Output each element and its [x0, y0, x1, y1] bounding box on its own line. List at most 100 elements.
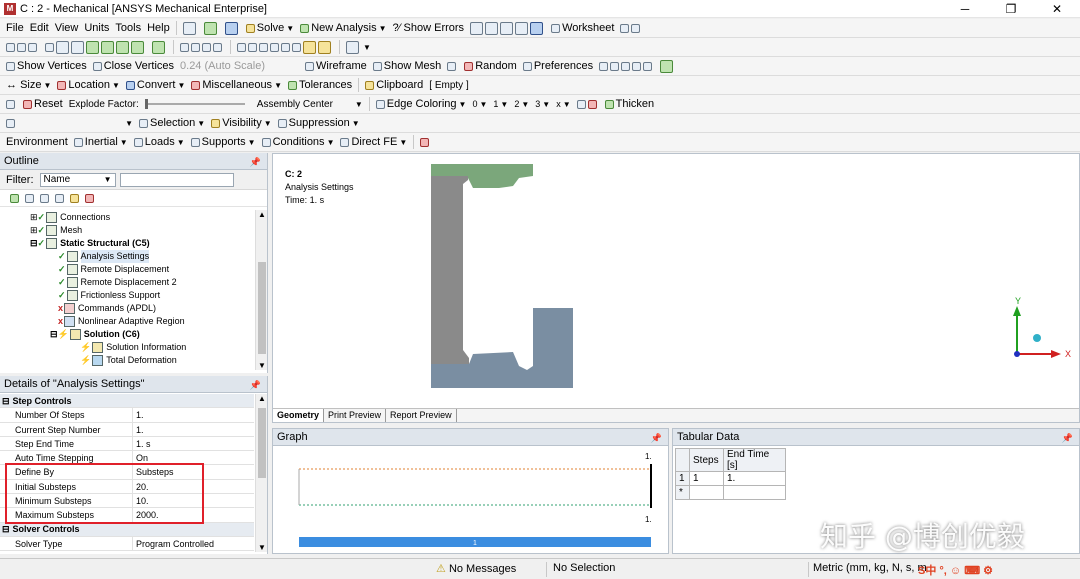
location-dropdown[interactable]: Location ▼: [57, 79, 120, 91]
tab-report-preview[interactable]: Report Preview: [386, 409, 457, 422]
scrollbar-thumb[interactable]: [258, 262, 266, 354]
geometry-viewport[interactable]: C: 2 Analysis Settings Time: 1. s Y X Ge…: [272, 153, 1080, 423]
show-mesh-button[interactable]: Show Mesh: [372, 60, 441, 72]
selection-dropdown[interactable]: Selection ▼: [139, 117, 205, 129]
units-status[interactable]: Metric (mm, kg, N, s, m: [808, 562, 927, 577]
gray-part[interactable]: [431, 176, 469, 364]
clipboard-button[interactable]: Clipboard: [365, 79, 423, 91]
filter-input[interactable]: [119, 172, 234, 187]
graph-canvas[interactable]: 1. 1. 1: [273, 446, 668, 553]
loads-dropdown[interactable]: Loads ▼: [133, 136, 185, 148]
select-edge-icon[interactable]: [28, 42, 37, 52]
select-element-icon[interactable]: [116, 40, 129, 54]
menu-tools[interactable]: Tools: [115, 22, 141, 34]
show-errors-button[interactable]: ?⁄ Show Errors: [393, 22, 465, 34]
next-view-icon[interactable]: [270, 42, 279, 52]
scroll-down-icon[interactable]: ▼: [258, 361, 266, 370]
expand-icon[interactable]: [10, 193, 19, 203]
pointer-help-icon[interactable]: [620, 23, 630, 33]
filter-select[interactable]: Name ▼: [39, 172, 116, 187]
abc-icon[interactable]: [485, 21, 499, 35]
table-icon[interactable]: [470, 21, 484, 35]
random-button[interactable]: Random: [464, 60, 517, 72]
cell-steps[interactable]: 1: [689, 471, 724, 486]
property-value[interactable]: 1. s: [133, 437, 254, 450]
details-row[interactable]: Solver Type Program Controlled: [0, 536, 254, 552]
connect-icon[interactable]: [224, 21, 238, 35]
geometry-canvas[interactable]: Y X: [273, 154, 1079, 408]
details-row[interactable]: Step End Time 1. s: [0, 436, 254, 452]
wireframe-button[interactable]: Wireframe: [305, 60, 367, 72]
pin-icon[interactable]: 📌: [250, 154, 261, 170]
col-end-time[interactable]: End Time [s]: [723, 448, 786, 472]
chevron-down-icon[interactable]: ▼: [363, 43, 371, 52]
select-node-icon[interactable]: [101, 40, 114, 54]
pin-icon[interactable]: [576, 99, 586, 109]
expand-toggle-icon[interactable]: ⊞: [30, 224, 38, 237]
edge-coloring-button[interactable]: Edge Coloring ▼: [375, 98, 466, 110]
minimize-button[interactable]: ─: [942, 0, 988, 18]
named-selection-icon[interactable]: [6, 118, 15, 128]
select-body-icon[interactable]: [86, 40, 99, 54]
inertial-dropdown[interactable]: Inertial ▼: [73, 136, 128, 148]
previous-view-icon[interactable]: [259, 42, 268, 52]
close-button[interactable]: ✕: [1034, 0, 1080, 18]
pointer-icon[interactable]: [45, 42, 54, 52]
box-zoom-icon[interactable]: [213, 42, 222, 52]
select-point-icon[interactable]: [56, 40, 69, 54]
menu-view[interactable]: View: [55, 22, 79, 34]
magnifier-icon[interactable]: [248, 42, 257, 52]
maximize-button[interactable]: ❐: [988, 0, 1034, 18]
miscellaneous-dropdown[interactable]: Miscellaneous ▼: [191, 79, 282, 91]
tree-item-total-deformation[interactable]: ⚡ Total Deformation: [80, 354, 177, 367]
collapse-toggle-icon[interactable]: ⊟: [2, 522, 10, 536]
tree-item-remote-displacement[interactable]: ✓ Remote Displacement: [58, 263, 169, 276]
tolerances-button[interactable]: Tolerances: [287, 79, 352, 91]
messages-status[interactable]: ⚠ No Messages: [436, 562, 516, 575]
commands-icon[interactable]: [420, 137, 430, 147]
collapse-toggle-icon[interactable]: ⊟: [50, 328, 58, 341]
scroll-down-icon[interactable]: ▼: [258, 543, 266, 552]
close-vertices-button[interactable]: Close Vertices: [92, 60, 174, 72]
check-icon[interactable]: [203, 21, 217, 35]
details-row[interactable]: Number Of Steps 1.: [0, 408, 254, 423]
scroll-up-icon[interactable]: ▲: [258, 394, 266, 403]
explode-factor-slider[interactable]: [144, 99, 245, 109]
details-group-header[interactable]: ⊟ Solver Controls: [0, 522, 254, 537]
tree-item-nonlinear-adaptive-region[interactable]: x Nonlinear Adaptive Region: [58, 315, 185, 328]
collapse-toggle-icon[interactable]: ⊟: [30, 237, 38, 250]
menu-file[interactable]: File: [6, 22, 24, 34]
size-dropdown[interactable]: ↔ Size ▼: [6, 79, 51, 91]
supports-dropdown[interactable]: Supports ▼: [190, 136, 256, 148]
edge-option-3[interactable]: 3 ▼: [535, 99, 550, 109]
tree-item-analysis-settings[interactable]: ✓ Analysis Settings: [58, 250, 150, 263]
expand-toggle-icon[interactable]: ⊞: [30, 211, 38, 224]
zoom-fit-icon[interactable]: [237, 42, 246, 52]
model-icon[interactable]: [660, 59, 674, 73]
rotate-icon[interactable]: [180, 42, 189, 52]
tree-item-mesh[interactable]: ⊞ ✓ Mesh: [30, 224, 82, 237]
conditions-dropdown[interactable]: Conditions ▼: [261, 136, 334, 148]
col-steps[interactable]: Steps: [689, 448, 724, 472]
explode-icon-4[interactable]: [632, 61, 642, 71]
thicken-button[interactable]: Thicken: [604, 98, 654, 110]
collapse-toggle-icon[interactable]: ⊟: [2, 394, 10, 408]
edge-option-1[interactable]: 1 ▼: [493, 99, 508, 109]
tab-geometry[interactable]: Geometry: [273, 409, 325, 422]
tree-item-solution-information[interactable]: ⚡ Solution Information: [80, 341, 186, 354]
pan-icon[interactable]: [191, 42, 200, 52]
color-icon[interactable]: [303, 40, 316, 54]
iso-view-icon[interactable]: [281, 42, 290, 52]
folder-icon[interactable]: [70, 193, 79, 203]
tree-item-solution[interactable]: ⊟ ⚡ Solution (C6): [50, 328, 140, 341]
menu-help[interactable]: Help: [147, 22, 170, 34]
outline-scrollbar[interactable]: ▲ ▼: [255, 210, 267, 370]
collapse-icon[interactable]: [25, 193, 34, 203]
tree-item-connections[interactable]: ⊞ ✓ Connections: [30, 211, 110, 224]
details-row[interactable]: Current Step Number 1.: [0, 422, 254, 437]
edge-option-x[interactable]: x ▼: [556, 99, 570, 109]
convert-dropdown[interactable]: Convert ▼: [125, 79, 185, 91]
ruler-icon[interactable]: [292, 42, 301, 52]
property-value[interactable]: 1.: [133, 423, 254, 436]
window-icon[interactable]: [182, 21, 196, 35]
